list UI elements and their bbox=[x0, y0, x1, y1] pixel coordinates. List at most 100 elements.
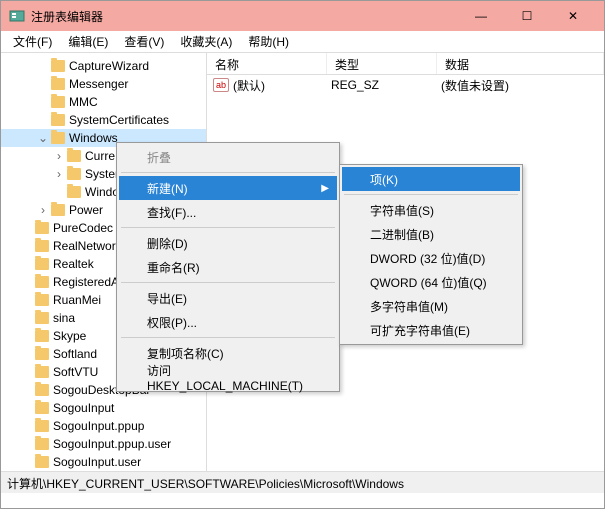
folder-icon bbox=[35, 366, 49, 378]
no-expand bbox=[21, 348, 33, 360]
folder-icon bbox=[51, 78, 65, 90]
tree-item-label: PureCodec bbox=[53, 221, 113, 235]
tree-item-label: MMC bbox=[69, 95, 98, 109]
folder-icon bbox=[51, 132, 65, 144]
menu-item[interactable]: 导出(E) bbox=[119, 286, 337, 310]
menu-item-label: 项(K) bbox=[370, 171, 398, 188]
no-expand bbox=[21, 384, 33, 396]
tree-item-label: SoftVTU bbox=[53, 365, 98, 379]
folder-icon bbox=[35, 312, 49, 324]
menu-item[interactable]: QWORD (64 位)值(Q) bbox=[342, 270, 520, 294]
folder-icon bbox=[35, 330, 49, 342]
folder-icon bbox=[35, 456, 49, 468]
list-header: 名称 类型 数据 bbox=[207, 53, 604, 75]
folder-icon bbox=[35, 438, 49, 450]
tree-item-label: SogouInput.user bbox=[53, 455, 141, 469]
no-expand bbox=[37, 60, 49, 72]
statusbar: 计算机\HKEY_CURRENT_USER\SOFTWARE\Policies\… bbox=[1, 471, 604, 493]
folder-icon bbox=[67, 186, 81, 198]
tree-item-label: SogouInput.ppup.user bbox=[53, 437, 171, 451]
no-expand bbox=[21, 420, 33, 432]
col-type[interactable]: 类型 bbox=[327, 53, 437, 74]
no-expand bbox=[21, 222, 33, 234]
folder-icon bbox=[35, 222, 49, 234]
menu-item[interactable]: 删除(D) bbox=[119, 231, 337, 255]
tree-item[interactable]: Messenger bbox=[1, 75, 206, 93]
tree-item-label: Messenger bbox=[69, 77, 128, 91]
menu-item[interactable]: 多字符串值(M) bbox=[342, 294, 520, 318]
menu-favorites[interactable]: 收藏夹(A) bbox=[172, 31, 240, 52]
tree-item[interactable]: SogouInput.ppup.user bbox=[1, 435, 206, 453]
context-menu-new-submenu: 项(K) 字符串值(S) 二进制值(B) DWORD (32 位)值(D)QWORD … bbox=[339, 164, 523, 345]
menu-item[interactable]: 二进制值(B) bbox=[342, 222, 520, 246]
menu-view[interactable]: 查看(V) bbox=[116, 31, 172, 52]
row-type: REG_SZ bbox=[331, 78, 441, 92]
menu-item[interactable]: 可扩充字符串值(E) bbox=[342, 318, 520, 342]
col-data[interactable]: 数据 bbox=[437, 53, 604, 74]
menu-item-label: 二进制值(B) bbox=[370, 226, 434, 243]
status-path: 计算机\HKEY_CURRENT_USER\SOFTWARE\Policies\… bbox=[7, 477, 404, 491]
tree-item[interactable]: SystemCertificates bbox=[1, 111, 206, 129]
minimize-button[interactable]: — bbox=[458, 1, 504, 31]
menu-item[interactable]: 字符串值(S) bbox=[342, 198, 520, 222]
menu-separator bbox=[121, 337, 335, 338]
folder-icon bbox=[35, 384, 49, 396]
row-data: (数值未设置) bbox=[441, 77, 509, 94]
menu-item-label: 查找(F)... bbox=[147, 204, 196, 221]
expand-icon[interactable]: › bbox=[53, 150, 65, 162]
string-value-icon: ab bbox=[213, 78, 229, 92]
tree-item-label: Realtek bbox=[53, 257, 94, 271]
menu-item-label: 可扩充字符串值(E) bbox=[370, 322, 470, 339]
menu-help[interactable]: 帮助(H) bbox=[240, 31, 297, 52]
collapse-icon[interactable]: ⌄ bbox=[37, 132, 49, 144]
folder-icon bbox=[67, 168, 81, 180]
tree-item[interactable]: SogouInput.user bbox=[1, 453, 206, 471]
tree-item[interactable]: SogouInput bbox=[1, 399, 206, 417]
folder-icon bbox=[35, 240, 49, 252]
expand-icon[interactable]: › bbox=[37, 204, 49, 216]
tree-item[interactable]: CaptureWizard bbox=[1, 57, 206, 75]
tree-item-label: sina bbox=[53, 311, 75, 325]
tree-item[interactable]: MMC bbox=[1, 93, 206, 111]
no-expand bbox=[21, 276, 33, 288]
expand-icon[interactable]: › bbox=[53, 168, 65, 180]
menu-item-label: 复制项名称(C) bbox=[147, 345, 224, 362]
menu-item[interactable]: 重命名(R) bbox=[119, 255, 337, 279]
menu-item[interactable]: 项(K) bbox=[342, 167, 520, 191]
list-row[interactable]: ab (默认) REG_SZ (数值未设置) bbox=[207, 75, 604, 95]
tree-item-label: Skype bbox=[53, 329, 86, 343]
menu-item-label: 新建(N) bbox=[147, 180, 188, 197]
menu-separator bbox=[121, 282, 335, 283]
menu-item[interactable]: 查找(F)... bbox=[119, 200, 337, 224]
close-button[interactable]: ✕ bbox=[550, 1, 596, 31]
menu-item[interactable]: 新建(N) ▶ bbox=[119, 176, 337, 200]
no-expand bbox=[21, 438, 33, 450]
menu-item[interactable]: 权限(P)... bbox=[119, 310, 337, 334]
tree-item-label: Softland bbox=[53, 347, 97, 361]
menu-edit[interactable]: 编辑(E) bbox=[60, 31, 116, 52]
titlebar[interactable]: 注册表编辑器 — ☐ ✕ bbox=[1, 1, 604, 31]
no-expand bbox=[53, 186, 65, 198]
col-name[interactable]: 名称 bbox=[207, 53, 327, 74]
menu-item[interactable]: DWORD (32 位)值(D) bbox=[342, 246, 520, 270]
no-expand bbox=[37, 78, 49, 90]
menu-item-label: 删除(D) bbox=[147, 235, 188, 252]
tree-item-label: Power bbox=[69, 203, 103, 217]
tree-item-label: RuanMei bbox=[53, 293, 101, 307]
menu-separator bbox=[344, 194, 518, 195]
folder-icon bbox=[35, 402, 49, 414]
tree-item-label: CaptureWizard bbox=[69, 59, 149, 73]
no-expand bbox=[21, 402, 33, 414]
row-name: (默认) bbox=[233, 77, 331, 94]
tree-item-label: SystemCertificates bbox=[69, 113, 169, 127]
regedit-icon bbox=[9, 8, 25, 24]
tree-item[interactable]: SogouInput.ppup bbox=[1, 417, 206, 435]
maximize-button[interactable]: ☐ bbox=[504, 1, 550, 31]
menu-item[interactable]: 访问 HKEY_LOCAL_MACHINE(T) bbox=[119, 365, 337, 389]
menu-item-label: 字符串值(S) bbox=[370, 202, 434, 219]
tree-item-label: SogouInput.ppup bbox=[53, 419, 144, 433]
menu-separator bbox=[121, 227, 335, 228]
submenu-arrow-icon: ▶ bbox=[321, 183, 329, 194]
folder-icon bbox=[51, 114, 65, 126]
menu-file[interactable]: 文件(F) bbox=[5, 31, 60, 52]
